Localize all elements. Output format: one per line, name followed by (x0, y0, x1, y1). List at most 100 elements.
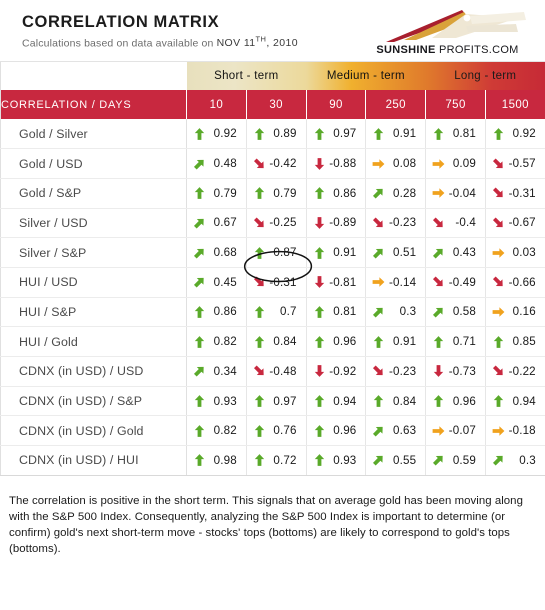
arrow-right-icon (492, 424, 505, 437)
arrow-right-icon (492, 305, 505, 318)
arrow-up-icon (314, 454, 325, 467)
correlation-cell: 0.58 (425, 297, 486, 328)
logo-rays-icon (386, 10, 526, 42)
row-label: Gold / S&P (0, 178, 187, 209)
row-label: Silver / S&P (0, 237, 187, 268)
correlation-value: 0.45 (213, 275, 237, 289)
correlation-cell: 0.3 (485, 445, 545, 476)
arrow-up-icon (194, 454, 205, 467)
correlation-value: 0.59 (452, 453, 476, 467)
arrow-right-icon (492, 246, 505, 259)
correlation-value: -0.07 (448, 424, 476, 438)
correlation-value: -0.67 (508, 216, 536, 230)
correlation-cell: -0.31 (246, 267, 307, 298)
row-label: CDNX (in USD) / Gold (0, 415, 187, 447)
arrow-up-icon (433, 335, 444, 348)
table-row: Gold / S&P 0.79 0.79 0.86 0.28 -0.04 -0.31 (0, 178, 545, 209)
arrow-down-right-icon (253, 365, 265, 378)
correlation-cell: -0.88 (306, 148, 367, 179)
correlation-value: 0.98 (213, 453, 237, 467)
arrow-up-icon (493, 395, 504, 408)
term-band-spacer (0, 62, 187, 90)
table-row: Silver / USD 0.67 -0.25 -0.89 -0.23 -0.4 -0.67 (0, 208, 545, 239)
header-day-750[interactable]: 750 (425, 90, 486, 119)
arrow-down-icon (314, 276, 325, 289)
correlation-cell: -0.42 (246, 148, 307, 179)
arrow-up-icon (254, 187, 265, 200)
correlation-cell: 0.82 (186, 326, 247, 357)
correlation-cell: -0.31 (485, 178, 545, 209)
arrow-down-icon (433, 365, 444, 378)
table-row: CDNX (in USD) / Gold 0.82 0.76 0.96 0.63 -0.0… (0, 415, 545, 447)
correlation-cell: 0.09 (425, 148, 486, 179)
arrow-down-right-icon (253, 157, 265, 170)
correlation-cell: -0.04 (425, 178, 486, 209)
page-header: CORRELATION MATRIX Calculations based on… (0, 0, 545, 62)
row-label: Gold / Silver (0, 119, 187, 150)
correlation-value: 0.96 (333, 335, 357, 349)
row-label: Gold / USD (0, 148, 187, 179)
correlation-value: 0.81 (452, 127, 476, 141)
correlation-value: 0.58 (452, 305, 476, 319)
correlation-value: 0.89 (273, 127, 297, 141)
table-row: CDNX (in USD) / USD 0.34 -0.48 -0.92 -0.23 -0… (0, 356, 545, 387)
correlation-value: -0.31 (508, 186, 536, 200)
arrow-down-icon (314, 216, 325, 229)
header-day-250[interactable]: 250 (365, 90, 427, 119)
correlation-cell: 0.34 (186, 356, 247, 387)
correlation-cell: 0.08 (365, 148, 427, 179)
row-label: CDNX (in USD) / USD (0, 356, 187, 387)
correlation-cell: 0.97 (246, 386, 307, 417)
correlation-cell: 0.67 (186, 208, 247, 239)
correlation-cell: 0.89 (246, 119, 307, 150)
correlation-cell: -0.89 (306, 208, 367, 239)
correlation-cell: -0.81 (306, 267, 367, 298)
correlation-value: 0.82 (213, 424, 237, 438)
header-day-1500[interactable]: 1500 (485, 90, 545, 119)
correlation-cell: -0.49 (425, 267, 486, 298)
correlation-value: 0.28 (393, 186, 417, 200)
correlation-value: 0.84 (273, 335, 297, 349)
correlation-cell: 0.45 (186, 267, 247, 298)
arrow-up-icon (493, 127, 504, 140)
sunshine-profits-logo[interactable]: SUNSHINE PROFITS.COM (366, 8, 531, 56)
date-month-day: NOV 11 (216, 37, 256, 49)
correlation-value: 0.97 (273, 394, 297, 408)
correlation-cell: 0.71 (425, 326, 486, 357)
correlation-value: -0.4 (455, 216, 476, 230)
correlation-cell: 0.91 (365, 326, 427, 357)
correlation-cell: 0.82 (186, 415, 247, 447)
correlation-value: 0.68 (213, 246, 237, 260)
arrow-down-right-icon (492, 157, 504, 170)
correlation-cell: -0.57 (485, 148, 545, 179)
correlation-value: 0.87 (273, 246, 297, 260)
arrow-up-right-icon (492, 454, 504, 467)
arrow-up-icon (254, 395, 265, 408)
correlation-cell: 0.86 (306, 178, 367, 209)
correlation-value: 0.96 (333, 424, 357, 438)
table-head: Short - term Medium - term Long - term C… (0, 62, 545, 119)
arrow-up-icon (314, 395, 325, 408)
header-day-30[interactable]: 30 (246, 90, 307, 119)
arrow-right-icon (432, 157, 445, 170)
arrow-up-icon (254, 246, 265, 259)
term-header-long: Long - term (425, 62, 545, 90)
header-day-90[interactable]: 90 (306, 90, 367, 119)
table-row: Gold / Silver 0.92 0.89 0.97 0.91 0.81 0.92 (0, 119, 545, 150)
correlation-value: 0.92 (512, 127, 536, 141)
arrow-up-icon (314, 424, 325, 437)
arrow-right-icon (432, 424, 445, 437)
arrow-up-icon (194, 395, 205, 408)
correlation-cell: 0.86 (186, 297, 247, 328)
correlation-value: -0.48 (269, 364, 297, 378)
date-ordinal-suffix: TH (255, 34, 267, 44)
correlation-cell: 0.28 (365, 178, 427, 209)
arrow-down-right-icon (492, 365, 504, 378)
correlation-value: 0.96 (452, 394, 476, 408)
arrow-right-icon (372, 157, 385, 170)
data-date: NOV 11TH, 2010 (216, 34, 298, 49)
correlation-value: -0.81 (329, 275, 357, 289)
correlation-value: 0.63 (393, 424, 417, 438)
arrow-up-icon (254, 424, 265, 437)
header-day-10[interactable]: 10 (186, 90, 247, 119)
